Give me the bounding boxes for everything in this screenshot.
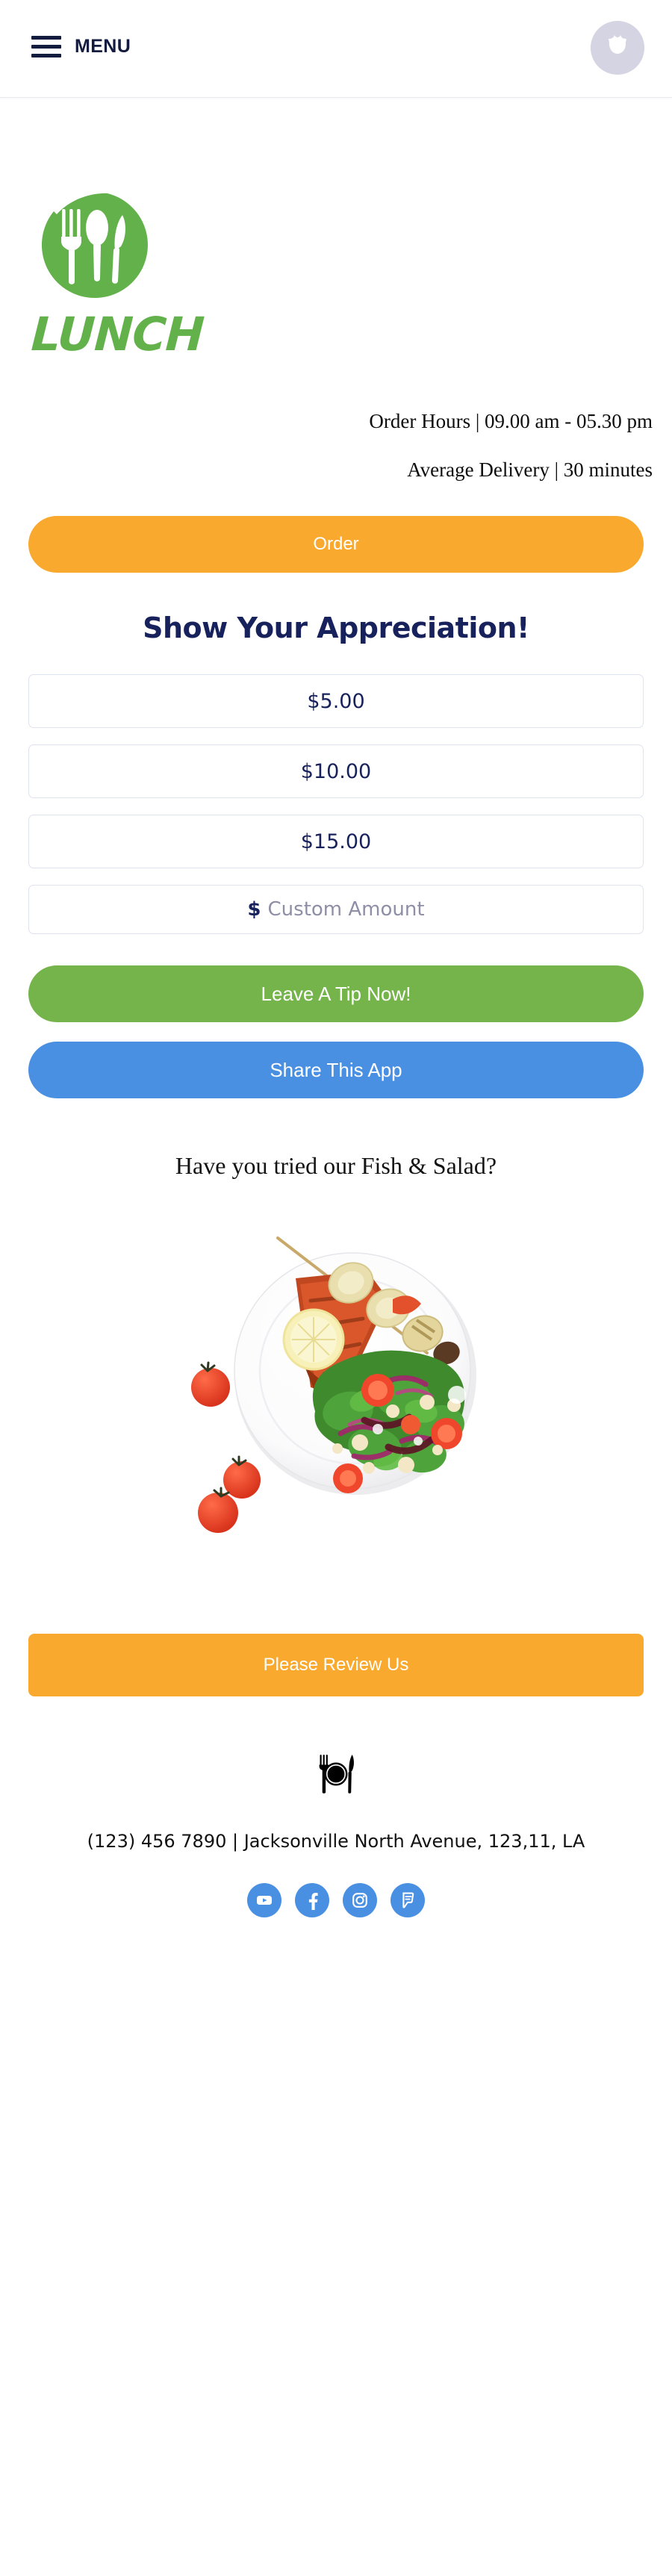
menu-button[interactable]: MENU (31, 36, 131, 57)
currency-sign: $ (247, 898, 261, 921)
social-links (0, 1883, 672, 1918)
share-app-button[interactable]: Share This App (28, 1042, 644, 1098)
brand-name: LUNCH (30, 307, 205, 361)
promo-heading: Have you tried our Fish & Salad? (175, 1152, 497, 1179)
foursquare-icon[interactable] (391, 1883, 425, 1918)
tip-options-list: $5.00 $10.00 $15.00 $ Custom Amount (28, 674, 644, 934)
footer-contact: (123) 456 7890 | Jacksonville North Aven… (87, 1831, 585, 1852)
leave-a-tip-button[interactable]: Leave A Tip Now! (28, 965, 644, 1022)
review-button[interactable]: Please Review Us (28, 1634, 644, 1696)
custom-amount-placeholder: Custom Amount (267, 898, 425, 921)
menu-button-label: MENU (75, 36, 131, 57)
facebook-icon[interactable] (295, 1883, 329, 1918)
tip-option-10[interactable]: $10.00 (28, 744, 644, 798)
tip-option-5[interactable]: $5.00 (28, 674, 644, 728)
plate-fork-knife-icon (319, 1755, 354, 1793)
user-avatar-icon (591, 21, 644, 75)
avatar[interactable] (591, 21, 644, 75)
order-hours-line: Order Hours | 09.00 am - 05.30 pm (369, 410, 653, 432)
youtube-icon[interactable] (247, 1883, 281, 1918)
store-info: Order Hours | 09.00 am - 05.30 pm Averag… (0, 411, 672, 480)
app-header: MENU (0, 0, 672, 98)
brand-logo-block: LUNCH (0, 98, 672, 411)
order-button[interactable]: Order (28, 516, 644, 573)
app-footer: (123) 456 7890 | Jacksonville North Aven… (0, 1750, 672, 1962)
hamburger-icon[interactable] (31, 36, 61, 57)
tip-option-15[interactable]: $15.00 (28, 815, 644, 868)
fish-and-salad-plate-photo-icon (191, 1236, 476, 1533)
cutlery-circle-logo-icon (41, 184, 148, 298)
average-delivery-line: Average Delivery | 30 minutes (407, 458, 653, 481)
appreciation-heading: Show Your Appreciation! (143, 612, 529, 644)
instagram-icon[interactable] (343, 1883, 377, 1918)
promo-image (0, 1187, 672, 1575)
custom-amount-field[interactable]: $ Custom Amount (28, 885, 644, 934)
